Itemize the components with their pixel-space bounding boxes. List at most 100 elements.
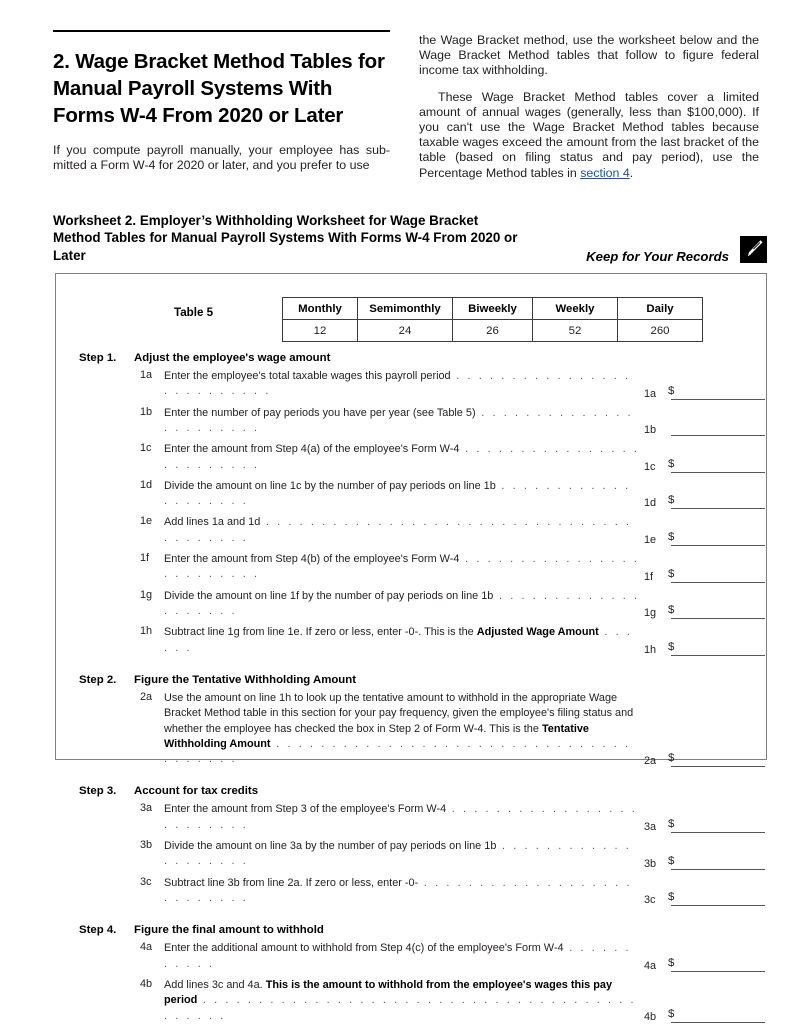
answer-input-line[interactable] (671, 581, 765, 583)
table5-header-cell: Biweekly (452, 297, 533, 320)
keep-for-records-label: Keep for Your Records (586, 249, 729, 264)
line-description-text: Add lines 3c and 4a. (164, 978, 266, 991)
step-header: Step 3. Account for tax credits (56, 785, 768, 802)
answer-input-line[interactable] (671, 618, 765, 620)
dollar-sign: $ (668, 817, 675, 830)
line-description: Enter the amount from Step 4(b) of the e… (164, 552, 640, 583)
line-id: 3c (140, 875, 152, 888)
line-ref: 1e (644, 533, 657, 546)
line-description: Enter the employee's total taxable wages… (164, 369, 640, 400)
answer-input-line[interactable] (671, 508, 765, 510)
answer-input-line[interactable] (671, 970, 765, 972)
line-ref: 3b (644, 857, 657, 870)
line-description: Subtract line 3b from line 2a. If zero o… (164, 876, 640, 907)
worksheet-line-row: 2a Use the amount on line 1h to look up t… (56, 691, 768, 774)
worksheet-line-row: 3a Enter the amount from Step 3 of the em… (56, 802, 768, 839)
line-id: 1d (140, 478, 153, 491)
answer-input-line[interactable] (671, 1022, 765, 1024)
line-description: Enter the number of pay periods you have… (164, 406, 640, 437)
dollar-sign: $ (668, 752, 675, 765)
dollar-sign: $ (668, 457, 675, 470)
step-header: Step 4. Figure the final amount to withho… (56, 924, 768, 941)
section-divider-rule (53, 30, 390, 32)
line-description-text: Divide the amount on line 1c by the numb… (164, 479, 496, 492)
table5-value-row: 12 24 26 52 260 (282, 319, 703, 342)
worksheet-line-row: 3b Divide the amount on line 3a by the nu… (56, 839, 768, 876)
line-description: Divide the amount on line 3a by the numb… (164, 839, 640, 870)
worksheet-line-row: 1f Enter the amount from Step 4(b) of the… (56, 552, 768, 589)
worksheet-title: Worksheet 2. Employer’s Withholding Work… (53, 213, 518, 263)
right-paragraph-2-period: . (629, 165, 634, 180)
line-description-text: Divide the amount on line 1f by the numb… (164, 589, 494, 602)
answer-input-line[interactable] (671, 654, 765, 656)
line-description: Use the amount on line 1h to look up the… (164, 691, 640, 768)
right-paragraph-1: the Wage Bracket method, use the workshe… (419, 33, 759, 78)
line-ref: 1b (644, 424, 657, 437)
worksheet-line-row: 1a Enter the employee's total taxable wag… (56, 369, 768, 406)
line-ref: 1a (644, 387, 657, 400)
line-id: 3b (140, 838, 153, 851)
table5-value-cell: 24 (357, 319, 453, 342)
step-block: Step 4. Figure the final amount to withho… (56, 924, 768, 1029)
dollar-sign: $ (668, 384, 675, 397)
answer-input-line[interactable] (671, 831, 765, 833)
line-description: Divide the amount on line 1f by the numb… (164, 589, 640, 620)
step-title: Figure the Tentative Withholding Amount (134, 673, 356, 686)
line-id: 3a (140, 802, 153, 815)
answer-input-line[interactable] (671, 868, 765, 870)
dollar-sign: $ (668, 604, 675, 617)
dollar-sign: $ (668, 891, 675, 904)
table5-value-cell: 260 (617, 319, 703, 342)
line-description-text: Enter the amount from Step 4(a) of the e… (164, 443, 460, 456)
worksheet-line-row: 4b Add lines 3c and 4a. This is the amoun… (56, 978, 768, 1029)
answer-input-line[interactable] (671, 905, 765, 907)
answer-input-line[interactable] (671, 766, 765, 768)
line-id: 1b (140, 405, 153, 418)
table5-label: Table 5 (174, 306, 214, 319)
table5-value-cell: 12 (282, 319, 358, 342)
line-id: 1f (140, 551, 150, 564)
answer-input-line[interactable] (671, 398, 765, 400)
table5-header-cell: Semimonthly (357, 297, 453, 320)
line-ref: 1f (644, 570, 654, 583)
step-title: Account for tax credits (134, 785, 259, 798)
left-column: 2. Wage Bracket Method Tables for Manual… (53, 30, 390, 173)
line-ref: 1g (644, 607, 657, 620)
dollar-sign: $ (668, 640, 675, 653)
dollar-sign: $ (668, 567, 675, 580)
line-ref: 3c (644, 894, 656, 907)
answer-input-line[interactable] (671, 471, 765, 473)
table5: Monthly Semimonthly Biweekly Weekly Dail… (282, 297, 703, 342)
pen-icon (740, 236, 767, 263)
line-ref: 1c (644, 460, 656, 473)
worksheet-line-row: 1h Subtract line 1g from line 1e. If zero… (56, 625, 768, 662)
answer-input-line[interactable] (671, 544, 765, 546)
step-number: Step 4. (79, 924, 117, 937)
line-ref: 4a (644, 959, 657, 972)
line-description: Add lines 1a and 1d . . . . . . . . . . … (164, 515, 640, 546)
line-description-text: Enter the number of pay periods you have… (164, 406, 476, 419)
line-description-text: Enter the employee's total taxable wages… (164, 370, 451, 382)
line-ref: 1h (644, 643, 657, 656)
page-title: 2. Wage Bracket Method Tables for Manual… (53, 50, 385, 127)
worksheet-line-row: 1e Add lines 1a and 1d . . . . . . . . . … (56, 515, 768, 552)
line-description: Subtract line 1g from line 1e. If zero o… (164, 625, 640, 656)
answer-input-line[interactable] (671, 435, 765, 437)
dollar-sign: $ (668, 854, 675, 867)
line-description: Enter the amount from Step 3 of the empl… (164, 802, 640, 833)
worksheet-line-row: 1d Divide the amount on line 1c by the nu… (56, 479, 768, 516)
left-intro-paragraph: If you compute payroll manually, your em… (53, 143, 390, 173)
step-title: Figure the final amount to withhold (134, 924, 324, 937)
line-ref: 3a (644, 820, 657, 833)
line-description-text: Enter the amount from Step 3 of the empl… (164, 803, 447, 816)
step-number: Step 3. (79, 785, 117, 798)
section-4-link[interactable]: section 4 (580, 166, 630, 180)
line-ref: 1d (644, 497, 657, 510)
worksheet-line-row: 1c Enter the amount from Step 4(a) of the… (56, 442, 768, 479)
line-id: 4a (140, 941, 153, 954)
table5-header-cell: Monthly (282, 297, 358, 320)
line-ref: 2a (644, 755, 657, 768)
step-title: Adjust the employee's wage amount (134, 352, 331, 364)
line-description-text: Subtract line 3b from line 2a. If zero o… (164, 876, 419, 889)
right-paragraph-2: These Wage Bracket Method tables cover a… (419, 90, 759, 181)
